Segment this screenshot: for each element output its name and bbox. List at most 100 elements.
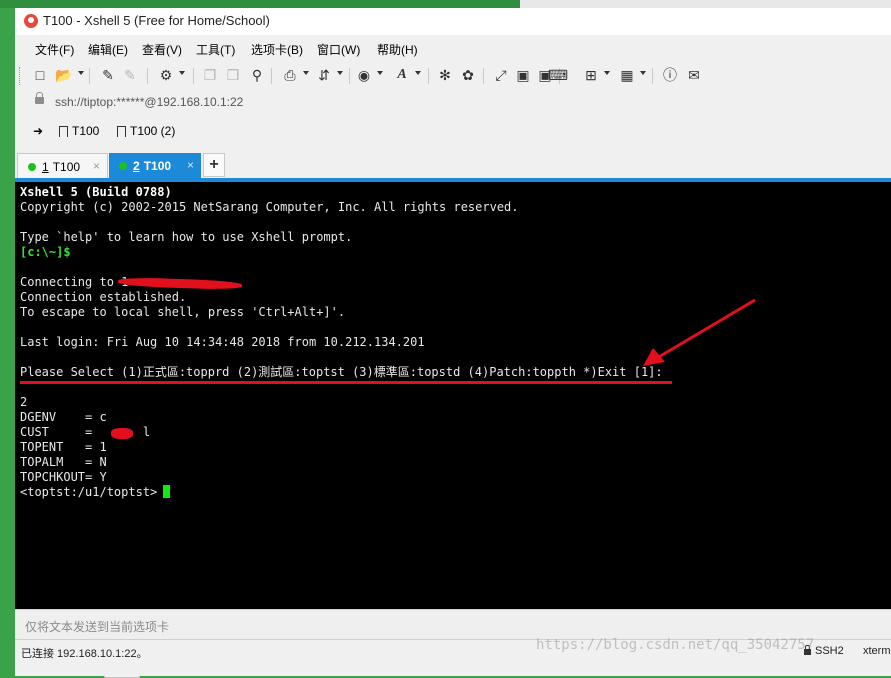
copy-icon[interactable]: ❐ <box>201 66 219 84</box>
tab-session-1[interactable]: 1 T100 × <box>17 153 108 179</box>
xshell-app-icon[interactable] <box>24 14 38 28</box>
menu-view[interactable]: 查看(V) <box>142 41 182 58</box>
connected-dot-icon <box>119 162 127 170</box>
shell-prompt-text: <toptst:/u1/toptst> <box>20 485 158 499</box>
menu-bar: 文件(F) 编辑(E) 查看(V) 工具(T) 选项卡(B) 窗口(W) 帮助(… <box>15 39 891 59</box>
tab-label: T100 <box>143 159 172 173</box>
toolbar-separator <box>271 68 272 84</box>
terminal-line: TOPCHKOUT= Y <box>20 470 107 484</box>
close-icon[interactable]: × <box>93 159 100 173</box>
toolbar-separator <box>89 68 90 84</box>
link-bar-arrow-icon[interactable]: ➜ <box>33 124 43 138</box>
close-icon[interactable]: × <box>187 158 194 172</box>
compose-input[interactable]: 仅将文本发送到当前选项卡 <box>25 618 169 635</box>
toolbar-separator <box>193 68 194 84</box>
chevron-down-icon[interactable] <box>78 71 84 75</box>
menu-tabs[interactable]: 选项卡(B) <box>251 41 303 58</box>
arrow-head <box>643 348 665 366</box>
transfer-icon[interactable]: ⇵ <box>315 66 333 84</box>
terminal-type-status: xterm <box>863 645 891 657</box>
toolbar-separator <box>483 68 484 84</box>
xftp-icon[interactable]: ✻ <box>436 66 454 84</box>
fullscreen-icon[interactable]: ⤢ <box>492 66 510 84</box>
arrow-shaft <box>656 298 756 360</box>
chevron-down-icon[interactable] <box>337 71 343 75</box>
annotation-arrow-icon <box>643 298 756 366</box>
reconnect-icon[interactable]: ✎ <box>99 66 117 84</box>
layout-icon[interactable]: ▦ <box>618 66 636 84</box>
link-item-t100-2[interactable]: T100 (2) <box>117 124 176 140</box>
chevron-down-icon[interactable] <box>179 71 185 75</box>
address-bar[interactable]: ssh://tiptop:******@192.168.10.1:22 <box>15 91 891 115</box>
chevron-down-icon[interactable] <box>377 71 383 75</box>
lock-screen-icon[interactable]: ▣ <box>514 66 532 84</box>
session-address[interactable]: ssh://tiptop:******@192.168.10.1:22 <box>55 95 243 109</box>
terminal-line: Copyright (c) 2002-2015 NetSarang Comput… <box>20 200 519 214</box>
tab-bar: 1 T100 × 2 T100 × + <box>15 151 891 179</box>
redaction-mark <box>111 428 133 439</box>
chevron-down-icon[interactable] <box>604 71 610 75</box>
terminal-line: DGENV = c <box>20 410 107 424</box>
chevron-down-icon[interactable] <box>303 71 309 75</box>
print-icon[interactable]: ⎙ <box>281 66 299 84</box>
toolbar-separator <box>349 68 350 84</box>
lock-icon <box>35 92 44 104</box>
chat-icon[interactable]: ✉ <box>685 66 703 84</box>
find-icon[interactable]: ⚲ <box>248 66 266 84</box>
connection-status: 已连接 192.168.10.1:22。 <box>21 648 148 660</box>
title-bar[interactable]: T100 - Xshell 5 (Free for Home/School) <box>15 8 891 35</box>
globe-icon[interactable]: ◉ <box>355 66 373 84</box>
link-item-label: T100 <box>72 124 100 138</box>
menu-window[interactable]: 窗口(W) <box>317 41 360 58</box>
toolbar-separator <box>147 68 148 84</box>
tab-number: 1 <box>42 159 49 174</box>
terminal-line: Last login: Fri Aug 10 14:34:48 2018 fro… <box>20 335 425 349</box>
menu-edit[interactable]: 编辑(E) <box>88 41 128 58</box>
chevron-down-icon[interactable] <box>415 71 421 75</box>
new-tab-icon[interactable]: ⊞ <box>582 66 600 84</box>
bookmark-icon <box>117 125 126 140</box>
link-item-t100[interactable]: T100 <box>59 124 100 140</box>
link-item-label: T100 (2) <box>130 124 176 138</box>
desktop-left-edge <box>0 8 15 676</box>
disconnect-icon[interactable]: ✎ <box>121 66 139 84</box>
terminal-line: Connecting to 1 <box>20 275 129 289</box>
chevron-down-icon[interactable] <box>640 71 646 75</box>
xshell-window: T100 - Xshell 5 (Free for Home/School) 文… <box>15 8 891 676</box>
terminal-line: TOPENT = 1 <box>20 440 107 454</box>
xmanager-icon[interactable]: ✿ <box>459 66 477 84</box>
terminal-line: Please Select (1)正式區:topprd (2)測試區:topts… <box>20 365 663 379</box>
connected-dot-icon <box>28 162 36 171</box>
tab-session-2[interactable]: 2 T100 × <box>109 153 201 179</box>
desktop-strip <box>0 0 891 8</box>
watermark: https://blog.csdn.net/qq_35042757 <box>536 637 815 653</box>
toolbar-grip[interactable] <box>19 67 23 85</box>
tab-number: 2 <box>133 159 140 173</box>
protocol-status: SSH2 <box>815 645 844 657</box>
open-folder-icon[interactable]: 📂 <box>55 66 73 84</box>
toolbar-separator <box>428 68 429 84</box>
terminal-line: To escape to local shell, press 'Ctrl+Al… <box>20 305 346 319</box>
new-session-icon[interactable]: □ <box>31 66 49 84</box>
terminal-prompt: [c:\~]$ <box>20 245 71 259</box>
menu-file[interactable]: 文件(F) <box>35 41 74 58</box>
paste-icon[interactable]: ❐ <box>224 66 242 84</box>
menu-help[interactable]: 帮助(H) <box>377 41 418 58</box>
properties-icon[interactable]: ⚙ <box>157 66 175 84</box>
redaction-mark <box>117 276 243 291</box>
menu-tools[interactable]: 工具(T) <box>196 41 235 58</box>
help-icon[interactable]: ⓘ <box>661 66 679 84</box>
terminal-cursor <box>163 485 171 498</box>
terminal-output[interactable]: Xshell 5 (Build 0788) Copyright (c) 2002… <box>15 182 891 609</box>
bookmark-icon <box>59 125 68 140</box>
links-bar: ➜ T100 T100 (2) <box>15 121 891 145</box>
compose-bar[interactable]: 仅将文本发送到当前选项卡 <box>15 609 891 640</box>
terminal-line: Type `help' to learn how to use Xshell p… <box>20 230 353 244</box>
background-window <box>520 0 891 8</box>
keyboard-icon[interactable]: ⌨ <box>548 66 568 84</box>
annotation-underline <box>20 381 672 384</box>
new-tab-button[interactable]: + <box>203 153 225 177</box>
window-title: T100 - Xshell 5 (Free for Home/School) <box>43 13 270 28</box>
font-icon[interactable]: A <box>393 66 411 84</box>
toolbar-separator <box>652 68 653 84</box>
